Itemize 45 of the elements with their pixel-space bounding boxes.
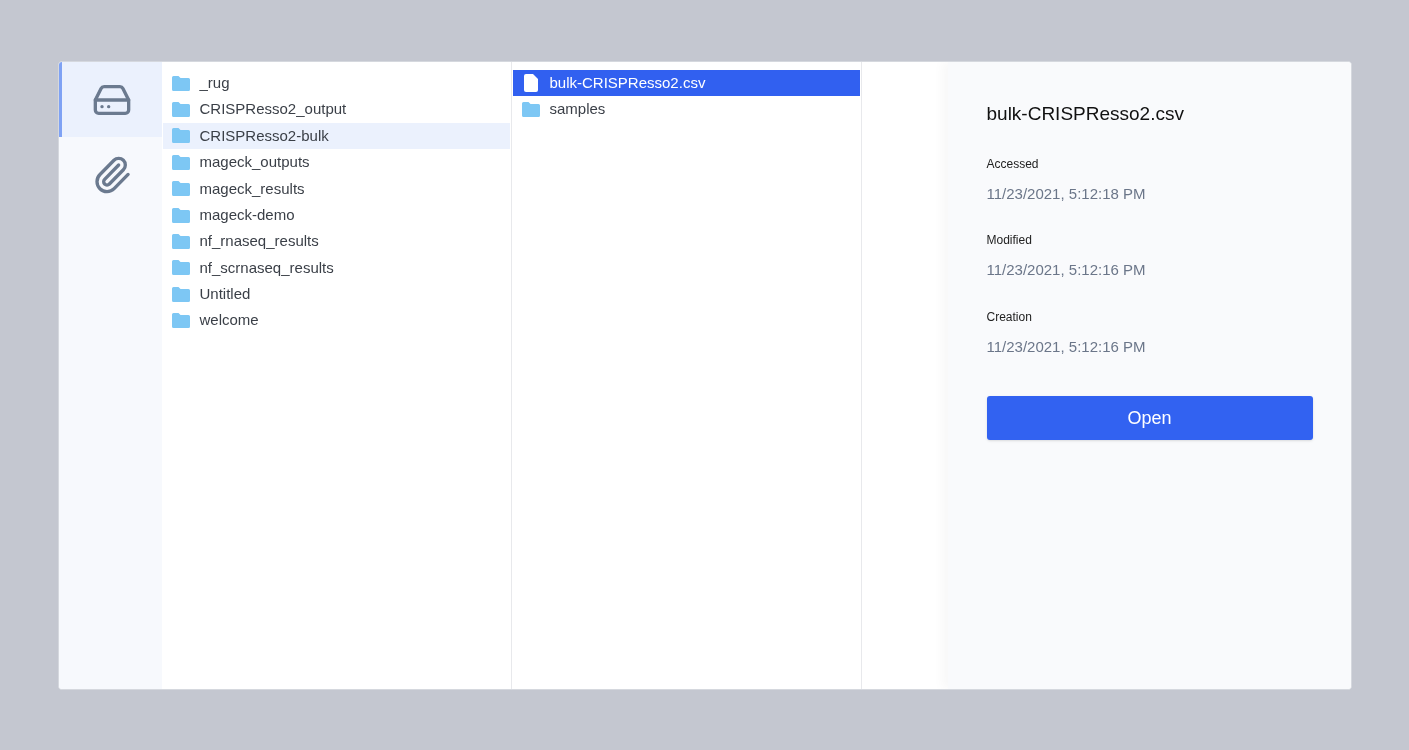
item-name: samples (549, 99, 606, 120)
folder-item[interactable]: CRISPResso2-bulk (162, 122, 510, 150)
field-value: 11/23/2021, 5:12:16 PM (986, 260, 1147, 280)
field-label: Accessed (986, 155, 1040, 173)
folder-item[interactable]: nf_rnaseq_results (162, 228, 510, 255)
folder-item[interactable]: _rug (162, 70, 510, 97)
folder-icon (171, 181, 190, 197)
item-name: mageck_outputs (199, 152, 310, 173)
folder-icon (171, 313, 190, 329)
folder-item[interactable]: mageck-demo (162, 201, 510, 229)
item-name: CRISPResso2-bulk (199, 125, 329, 146)
folder-icon (171, 102, 190, 118)
field-value: 11/23/2021, 5:12:16 PM (986, 336, 1147, 357)
file-icon (523, 74, 538, 93)
drive-tab[interactable] (58, 62, 162, 137)
folder-icon (521, 102, 540, 118)
item-name: _rug (199, 72, 230, 93)
item-name: Untitled (199, 284, 251, 305)
field-value: 11/23/2021, 5:12:18 PM (986, 183, 1147, 204)
folder-item[interactable]: welcome (162, 307, 510, 334)
folder-icon (171, 154, 190, 170)
folder-icon (171, 128, 190, 144)
folder-icon (171, 286, 190, 302)
file-item[interactable]: bulk-CRISPResso2.csv (512, 70, 860, 97)
item-name: nf_rnaseq_results (199, 231, 319, 252)
folder-item[interactable]: nf_scrnaseq_results (162, 254, 510, 282)
item-name: bulk-CRISPResso2.csv (549, 72, 706, 93)
item-name: welcome (199, 310, 259, 331)
item-name: nf_scrnaseq_results (199, 257, 334, 278)
folder-item[interactable]: mageck_results (162, 175, 510, 202)
folder-item[interactable]: samples (512, 96, 860, 123)
item-name: CRISPResso2_output (199, 99, 347, 120)
folder-icon (171, 207, 190, 223)
folder-item[interactable]: mageck_outputs (162, 149, 510, 176)
folder-icon (171, 234, 190, 250)
field-label: Creation (986, 308, 1033, 326)
open-button[interactable]: Open (986, 396, 1313, 440)
item-name: mageck-demo (199, 204, 295, 225)
field-label: Modified (986, 232, 1033, 249)
folder-icon (171, 75, 190, 91)
folder-item[interactable]: CRISPResso2_output (162, 96, 510, 123)
file-title: bulk-CRISPResso2.csv (986, 102, 1185, 126)
folder-icon (171, 260, 190, 276)
folder-item[interactable]: Untitled (162, 281, 510, 308)
item-name: mageck_results (199, 178, 305, 199)
